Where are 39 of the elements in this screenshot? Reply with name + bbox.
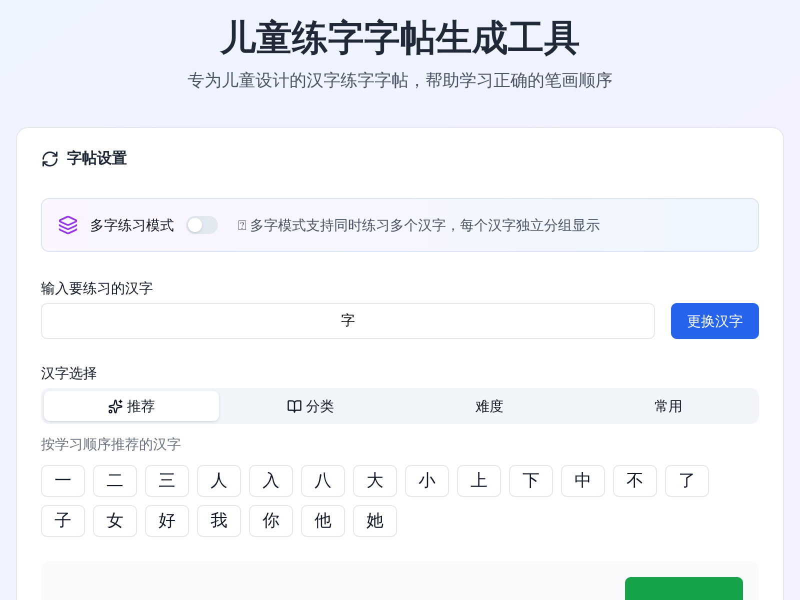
selection-label: 汉字选择 [41,364,98,383]
character-button[interactable]: 子 [41,505,85,537]
character-input[interactable]: 字 [41,303,655,339]
character-button[interactable]: 下 [509,465,553,497]
book-icon [287,398,302,414]
character-button[interactable]: 你 [249,505,293,537]
character-button[interactable]: 她 [353,505,397,537]
character-button[interactable]: 小 [405,465,449,497]
character-button[interactable]: 一 [41,465,85,497]
character-button[interactable]: 我 [197,505,241,537]
mode-label: 多字练习模式 [90,216,174,234]
page-subtitle: 专为儿童设计的汉字练字字帖，帮助学习正确的笔画顺序 [188,70,612,92]
character-button[interactable]: 人 [197,465,241,497]
selection-caption: 按学习顺序推荐的汉字 [41,435,182,454]
change-character-button[interactable]: 更换汉字 [671,303,759,339]
tab[interactable]: 常用 [581,391,756,421]
mode-hint: ⍰ 多字模式支持同时练习多个汉字，每个汉字独立分组显示 [238,216,600,234]
mode-switch[interactable] [186,216,218,234]
character-button[interactable]: 大 [353,465,397,497]
card-title: 字帖设置 [67,148,127,168]
page-title: 儿童练字字帖生成工具 [220,16,580,60]
character-button[interactable]: 入 [249,465,293,497]
input-label: 输入要练习的汉字 [41,279,154,298]
character-button[interactable]: 女 [93,505,137,537]
character-button[interactable]: 好 [145,505,189,537]
sparkle-icon [108,398,123,414]
layers-icon [58,215,78,235]
refresh-icon [41,150,59,168]
character-button[interactable]: 他 [301,505,345,537]
tab[interactable]: 推荐 [44,391,219,421]
character-button[interactable]: 上 [457,465,501,497]
character-button[interactable]: 三 [145,465,189,497]
character-button[interactable]: 二 [93,465,137,497]
character-button[interactable]: 中 [561,465,605,497]
character-button[interactable]: 不 [613,465,657,497]
character-button[interactable]: 了 [665,465,709,497]
character-button[interactable]: 八 [301,465,345,497]
tab[interactable]: 难度 [402,391,577,421]
tab[interactable]: 分类 [223,391,398,421]
